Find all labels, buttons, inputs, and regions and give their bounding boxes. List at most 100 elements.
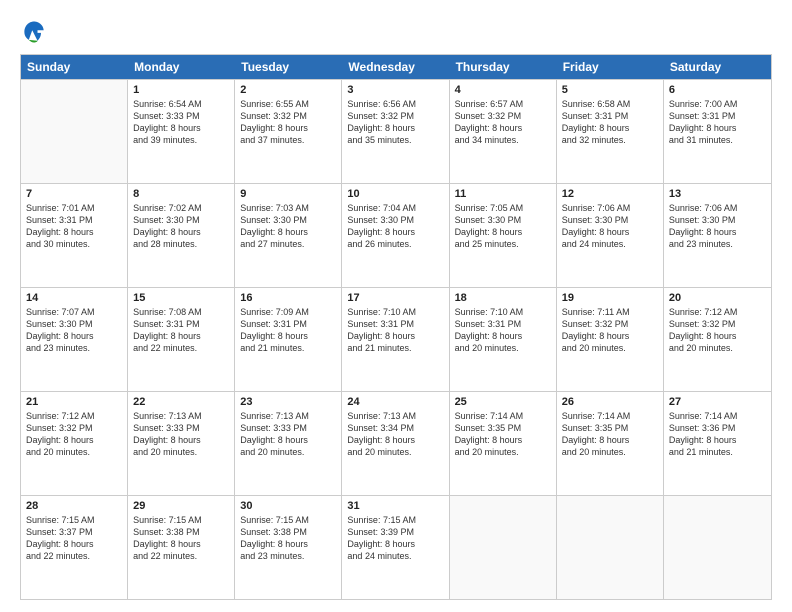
day-cell-4: 4 Sunrise: 6:57 AMSunset: 3:32 PMDaylight…: [450, 80, 557, 183]
day-number: 11: [455, 188, 551, 200]
day-cell-5: 5Sunrise: 6:58 AMSunset: 3:31 PMDaylight…: [557, 80, 664, 183]
day-number: 28: [26, 500, 122, 512]
calendar-row-2: 14 Sunrise: 7:07 AMSunset: 3:30 PMDayligh…: [21, 287, 771, 391]
day-number: 30: [240, 500, 336, 512]
day-cell-26: 26 Sunrise: 7:14 AMSunset: 3:35 PMDayligh…: [557, 392, 664, 495]
empty-cell-4-6: [664, 496, 771, 599]
day-cell-16: 16 Sunrise: 7:09 AMSunset: 3:31 PMDayligh…: [235, 288, 342, 391]
day-details: Sunrise: 7:14 AMSunset: 3:35 PMDaylight:…: [455, 410, 551, 459]
day-cell-29: 29 Sunrise: 7:15 AMSunset: 3:38 PMDayligh…: [128, 496, 235, 599]
day-number: 8: [133, 188, 229, 200]
day-number: 19: [562, 292, 658, 304]
header: [20, 18, 772, 46]
day-cell-14: 14 Sunrise: 7:07 AMSunset: 3:30 PMDayligh…: [21, 288, 128, 391]
calendar-row-1: 7 Sunrise: 7:01 AMSunset: 3:31 PMDaylight…: [21, 183, 771, 287]
day-cell-12: 12Sunrise: 7:06 AMSunset: 3:30 PMDayligh…: [557, 184, 664, 287]
day-number: 15: [133, 292, 229, 304]
day-number: 23: [240, 396, 336, 408]
day-cell-19: 19 Sunrise: 7:11 AMSunset: 3:32 PMDayligh…: [557, 288, 664, 391]
day-details: Sunrise: 6:55 AMSunset: 3:32 PMDaylight:…: [240, 98, 336, 147]
day-details: Sunrise: 7:12 AMSunset: 3:32 PMDaylight:…: [669, 306, 766, 355]
day-details: Sunrise: 7:06 AMSunset: 3:30 PMDaylight:…: [669, 202, 766, 251]
day-number: 4: [455, 84, 551, 96]
day-details: Sunrise: 7:15 AMSunset: 3:38 PMDaylight:…: [240, 514, 336, 563]
day-details: Sunrise: 7:07 AMSunset: 3:30 PMDaylight:…: [26, 306, 122, 355]
day-details: Sunrise: 7:15 AMSunset: 3:38 PMDaylight:…: [133, 514, 229, 563]
day-number: 29: [133, 500, 229, 512]
day-number: 6: [669, 84, 766, 96]
day-details: Sunrise: 7:09 AMSunset: 3:31 PMDaylight:…: [240, 306, 336, 355]
day-details: Sunrise: 7:05 AMSunset: 3:30 PMDaylight:…: [455, 202, 551, 251]
day-cell-23: 23Sunrise: 7:13 AMSunset: 3:33 PMDayligh…: [235, 392, 342, 495]
header-day-wednesday: Wednesday: [342, 55, 449, 79]
day-cell-13: 13Sunrise: 7:06 AMSunset: 3:30 PMDayligh…: [664, 184, 771, 287]
calendar-row-0: 1 Sunrise: 6:54 AMSunset: 3:33 PMDaylight…: [21, 79, 771, 183]
day-number: 20: [669, 292, 766, 304]
header-day-sunday: Sunday: [21, 55, 128, 79]
day-number: 16: [240, 292, 336, 304]
day-cell-2: 2 Sunrise: 6:55 AMSunset: 3:32 PMDaylight…: [235, 80, 342, 183]
day-cell-7: 7 Sunrise: 7:01 AMSunset: 3:31 PMDaylight…: [21, 184, 128, 287]
day-cell-6: 6 Sunrise: 7:00 AMSunset: 3:31 PMDaylight…: [664, 80, 771, 183]
day-details: Sunrise: 7:15 AMSunset: 3:37 PMDaylight:…: [26, 514, 122, 563]
day-cell-3: 3 Sunrise: 6:56 AMSunset: 3:32 PMDaylight…: [342, 80, 449, 183]
day-details: Sunrise: 7:00 AMSunset: 3:31 PMDaylight:…: [669, 98, 766, 147]
day-cell-31: 31Sunrise: 7:15 AMSunset: 3:39 PMDayligh…: [342, 496, 449, 599]
day-number: 2: [240, 84, 336, 96]
day-cell-28: 28 Sunrise: 7:15 AMSunset: 3:37 PMDayligh…: [21, 496, 128, 599]
day-number: 18: [455, 292, 551, 304]
day-number: 7: [26, 188, 122, 200]
day-cell-11: 11 Sunrise: 7:05 AMSunset: 3:30 PMDayligh…: [450, 184, 557, 287]
day-details: Sunrise: 6:57 AMSunset: 3:32 PMDaylight:…: [455, 98, 551, 147]
day-number: 26: [562, 396, 658, 408]
day-details: Sunrise: 7:03 AMSunset: 3:30 PMDaylight:…: [240, 202, 336, 251]
header-day-thursday: Thursday: [450, 55, 557, 79]
day-details: Sunrise: 7:14 AMSunset: 3:36 PMDaylight:…: [669, 410, 766, 459]
day-number: 1: [133, 84, 229, 96]
empty-cell-4-4: [450, 496, 557, 599]
day-number: 24: [347, 396, 443, 408]
day-cell-30: 30 Sunrise: 7:15 AMSunset: 3:38 PMDayligh…: [235, 496, 342, 599]
header-day-tuesday: Tuesday: [235, 55, 342, 79]
day-cell-1: 1 Sunrise: 6:54 AMSunset: 3:33 PMDaylight…: [128, 80, 235, 183]
day-details: Sunrise: 7:10 AMSunset: 3:31 PMDaylight:…: [455, 306, 551, 355]
day-details: Sunrise: 7:12 AMSunset: 3:32 PMDaylight:…: [26, 410, 122, 459]
day-details: Sunrise: 7:15 AMSunset: 3:39 PMDaylight:…: [347, 514, 443, 563]
day-number: 27: [669, 396, 766, 408]
day-number: 25: [455, 396, 551, 408]
day-details: Sunrise: 6:54 AMSunset: 3:33 PMDaylight:…: [133, 98, 229, 147]
day-details: Sunrise: 7:08 AMSunset: 3:31 PMDaylight:…: [133, 306, 229, 355]
day-details: Sunrise: 7:01 AMSunset: 3:31 PMDaylight:…: [26, 202, 122, 251]
logo: [20, 18, 52, 46]
day-cell-25: 25 Sunrise: 7:14 AMSunset: 3:35 PMDayligh…: [450, 392, 557, 495]
page: SundayMondayTuesdayWednesdayThursdayFrid…: [0, 0, 792, 612]
day-number: 5: [562, 84, 658, 96]
day-details: Sunrise: 7:10 AMSunset: 3:31 PMDaylight:…: [347, 306, 443, 355]
day-details: Sunrise: 7:11 AMSunset: 3:32 PMDaylight:…: [562, 306, 658, 355]
day-number: 21: [26, 396, 122, 408]
day-cell-20: 20 Sunrise: 7:12 AMSunset: 3:32 PMDayligh…: [664, 288, 771, 391]
day-cell-9: 9 Sunrise: 7:03 AMSunset: 3:30 PMDaylight…: [235, 184, 342, 287]
day-cell-18: 18 Sunrise: 7:10 AMSunset: 3:31 PMDayligh…: [450, 288, 557, 391]
day-cell-17: 17Sunrise: 7:10 AMSunset: 3:31 PMDayligh…: [342, 288, 449, 391]
empty-cell-4-5: [557, 496, 664, 599]
day-cell-22: 22Sunrise: 7:13 AMSunset: 3:33 PMDayligh…: [128, 392, 235, 495]
header-day-friday: Friday: [557, 55, 664, 79]
day-details: Sunrise: 6:56 AMSunset: 3:32 PMDaylight:…: [347, 98, 443, 147]
day-details: Sunrise: 7:04 AMSunset: 3:30 PMDaylight:…: [347, 202, 443, 251]
day-number: 3: [347, 84, 443, 96]
day-details: Sunrise: 7:06 AMSunset: 3:30 PMDaylight:…: [562, 202, 658, 251]
header-day-monday: Monday: [128, 55, 235, 79]
day-number: 14: [26, 292, 122, 304]
logo-icon: [20, 18, 48, 46]
calendar: SundayMondayTuesdayWednesdayThursdayFrid…: [20, 54, 772, 600]
header-day-saturday: Saturday: [664, 55, 771, 79]
day-details: Sunrise: 7:02 AMSunset: 3:30 PMDaylight:…: [133, 202, 229, 251]
day-details: Sunrise: 7:13 AMSunset: 3:34 PMDaylight:…: [347, 410, 443, 459]
day-cell-21: 21 Sunrise: 7:12 AMSunset: 3:32 PMDayligh…: [21, 392, 128, 495]
day-cell-27: 27 Sunrise: 7:14 AMSunset: 3:36 PMDayligh…: [664, 392, 771, 495]
calendar-row-3: 21 Sunrise: 7:12 AMSunset: 3:32 PMDayligh…: [21, 391, 771, 495]
day-number: 9: [240, 188, 336, 200]
calendar-header: SundayMondayTuesdayWednesdayThursdayFrid…: [21, 55, 771, 79]
day-details: Sunrise: 7:14 AMSunset: 3:35 PMDaylight:…: [562, 410, 658, 459]
